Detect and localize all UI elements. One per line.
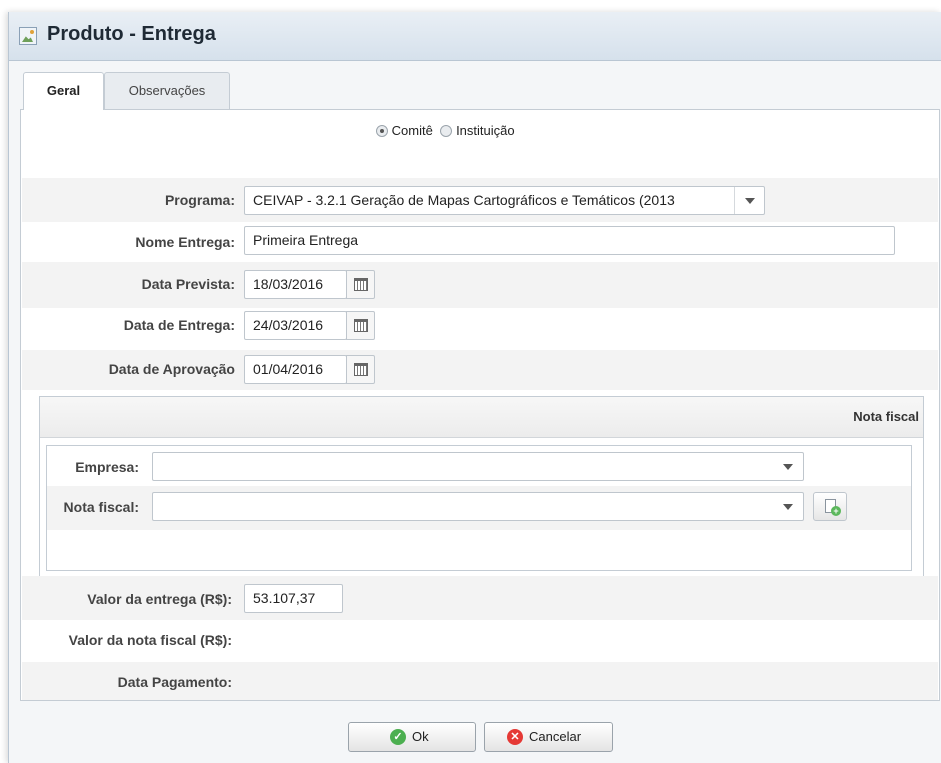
calendar-icon — [354, 363, 368, 376]
data-prevista-input[interactable]: 18/03/2016 — [244, 270, 347, 299]
data-entrega-input[interactable]: 24/03/2016 — [244, 311, 347, 340]
nota-fiscal-row: Nota fiscal: + — [47, 486, 911, 530]
title-bar: Produto - Entrega — [9, 12, 941, 61]
data-aprovacao-label: Data de Aprovação — [108, 361, 235, 377]
data-entrega-calendar-button[interactable] — [346, 311, 375, 340]
nome-entrega-input[interactable]: Primeira Entrega — [244, 226, 895, 255]
chevron-down-icon — [783, 504, 793, 510]
tab-panel-geral: Comitê Instituição Programa: CEIVAP - 3.… — [20, 109, 940, 701]
check-icon: ✓ — [390, 729, 406, 745]
nota-fiscal-section: Nota fiscal Empresa: Nota fiscal: + — [39, 396, 924, 584]
chevron-down-icon — [783, 464, 793, 470]
nome-entrega-label: Nome Entrega: — [135, 234, 235, 250]
data-prevista-calendar-button[interactable] — [346, 270, 375, 299]
cancel-button[interactable]: ✕ Cancelar — [484, 722, 613, 752]
data-entrega-label: Data de Entrega: — [123, 317, 235, 333]
radio-comite-label: Comitê — [391, 123, 433, 138]
tab-geral[interactable]: Geral — [23, 72, 104, 110]
nota-fiscal-inner: Empresa: Nota fiscal: + — [46, 445, 912, 571]
nota-fiscal-header: Nota fiscal — [40, 397, 923, 438]
programa-select[interactable]: CEIVAP - 3.2.1 Geração de Mapas Cartográ… — [244, 186, 765, 215]
dialog: Produto - Entrega Geral Observações Comi… — [8, 12, 941, 763]
add-icon: + — [831, 506, 841, 516]
data-aprovacao-input[interactable]: 01/04/2016 — [244, 355, 347, 384]
chevron-down-icon — [745, 198, 755, 204]
radio-row: Comitê Instituição — [22, 110, 938, 150]
radio-instituicao-label: Instituição — [456, 123, 515, 138]
nota-fiscal-dropdown-button[interactable] — [773, 493, 803, 520]
data-aprovacao-calendar-button[interactable] — [346, 355, 375, 384]
nota-fiscal-select[interactable] — [152, 492, 804, 521]
nota-fiscal-title: Nota fiscal — [853, 409, 919, 424]
ok-label: Ok — [412, 729, 429, 744]
empresa-select[interactable] — [152, 452, 804, 481]
empresa-dropdown-button[interactable] — [773, 453, 803, 480]
radio-instituicao[interactable] — [440, 125, 453, 137]
programa-value: CEIVAP - 3.2.1 Geração de Mapas Cartográ… — [253, 192, 675, 208]
valor-entrega-input[interactable]: 53.107,37 — [244, 584, 343, 613]
cancel-icon: ✕ — [507, 729, 523, 745]
empresa-label: Empresa: — [75, 459, 139, 475]
data-aprovacao-row: Data de Aprovação 01/04/2016 — [22, 350, 938, 390]
programa-row: Programa: CEIVAP - 3.2.1 Geração de Mapa… — [22, 178, 938, 222]
dialog-title: Produto - Entrega — [47, 23, 216, 45]
radio-comite[interactable] — [376, 125, 388, 137]
calendar-icon — [354, 319, 368, 332]
add-nota-fiscal-button[interactable]: + — [813, 492, 847, 521]
data-pagamento-label: Data Pagamento: — [117, 674, 232, 690]
nome-entrega-row: Nome Entrega: Primeira Entrega — [22, 222, 938, 266]
cancel-label: Cancelar — [529, 729, 582, 744]
broken-image-icon — [19, 27, 37, 45]
ok-button[interactable]: ✓ Ok — [348, 722, 476, 752]
tab-observacoes[interactable]: Observações — [104, 72, 230, 109]
data-entrega-row: Data de Entrega: 24/03/2016 — [22, 308, 938, 354]
calendar-icon — [354, 278, 368, 291]
valor-nota-fiscal-label: Valor da nota fiscal (R$): — [68, 632, 232, 648]
programa-label: Programa: — [164, 192, 235, 208]
valor-nota-fiscal-row: Valor da nota fiscal (R$): — [22, 620, 938, 660]
programa-dropdown-button[interactable] — [734, 187, 764, 214]
valor-entrega-label: Valor da entrega (R$): — [87, 591, 232, 607]
data-pagamento-row: Data Pagamento: — [22, 662, 938, 700]
nota-fiscal-label: Nota fiscal: — [63, 499, 139, 515]
valor-entrega-row: Valor da entrega (R$): 53.107,37 — [22, 576, 938, 620]
radio-group: Comitê Instituição — [376, 123, 515, 138]
data-prevista-row: Data Prevista: 18/03/2016 — [22, 262, 938, 308]
data-prevista-label: Data Prevista: — [141, 276, 235, 292]
empresa-row: Empresa: — [47, 446, 911, 486]
